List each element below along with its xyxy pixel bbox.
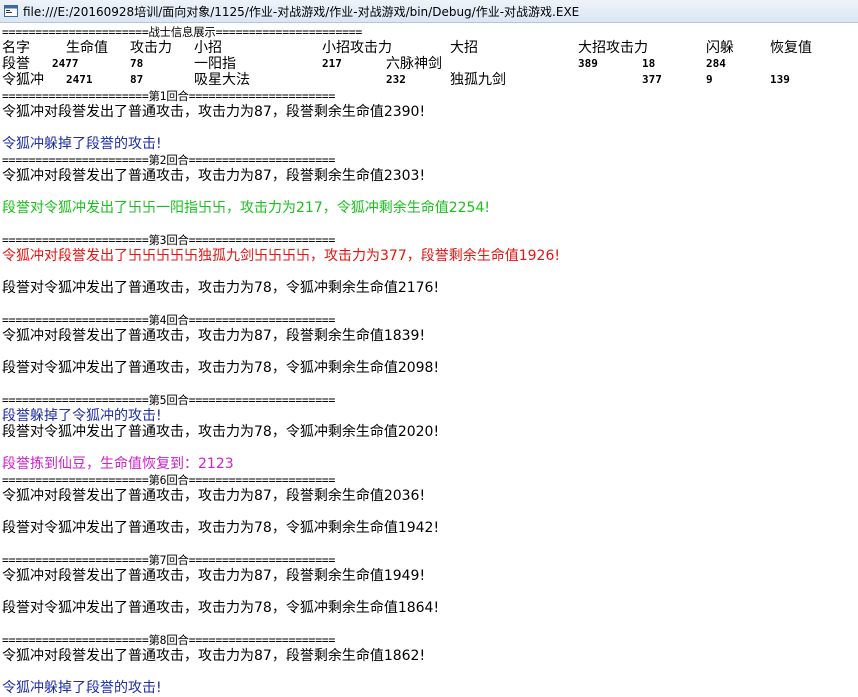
- log-line: 令狐冲对段誉发出了普通攻击，攻击力为87，段誉剩余生命值1839!: [2, 328, 426, 344]
- log-line: 段誉对令狐冲发出了普通攻击，攻击力为78，令狐冲剩余生命值2020!: [2, 424, 440, 440]
- table-cell: 令狐冲: [2, 72, 44, 88]
- table-cell: 217: [322, 57, 342, 70]
- round-separator: ======================第1回合==============…: [2, 89, 336, 103]
- log-line: 令狐冲对段誉发出了普通攻击，攻击力为87，段誉剩余生命值2390!: [2, 104, 426, 120]
- table-header-cell: 小招攻击力: [322, 40, 392, 56]
- table-header-cell: 生命值: [66, 40, 108, 56]
- table-cell: 232: [386, 73, 406, 86]
- log-line: 令狐冲躲掉了段誉的攻击!: [2, 680, 162, 696]
- log-line: 段誉对令狐冲发出了普通攻击，攻击力为78，令狐冲剩余生命值1942!: [2, 520, 440, 536]
- log-line: 段誉对令狐冲发出了普通攻击，攻击力为78，令狐冲剩余生命值2098!: [2, 360, 440, 376]
- table-header-cell: 恢复值: [770, 40, 812, 56]
- table-header-cell: 大招攻击力: [578, 40, 648, 56]
- log-line: 段誉对令狐冲发出了普通攻击，攻击力为78，令狐冲剩余生命值1864!: [2, 600, 440, 616]
- console-output[interactable]: ======================战士信息展示============…: [2, 24, 858, 697]
- round-separator: ======================第8回合==============…: [2, 633, 336, 647]
- table-cell: 78: [130, 57, 144, 70]
- round-separator: ======================第3回合==============…: [2, 233, 336, 247]
- round-separator: ======================第7回合==============…: [2, 553, 336, 567]
- title-bar[interactable]: file:///E:/20160928培训/面向对象/1125/作业-对战游戏/…: [0, 0, 858, 23]
- table-cell: 284: [706, 57, 726, 70]
- log-line: 令狐冲对段誉发出了普通攻击，攻击力为87，段誉剩余生命值2036!: [2, 488, 426, 504]
- table-cell: 18: [642, 57, 656, 70]
- log-line: 段誉拣到仙豆，生命值恢复到：2123: [2, 456, 234, 472]
- table-cell: 2477: [52, 57, 79, 70]
- round-separator: ======================第5回合==============…: [2, 393, 336, 407]
- log-line: 段誉对令狐冲发出了普通攻击，攻击力为78，令狐冲剩余生命值2176!: [2, 280, 440, 296]
- table-cell: 一阳指: [194, 56, 236, 72]
- log-line: 令狐冲对段誉发出了普通攻击，攻击力为87，段誉剩余生命值1862!: [2, 648, 426, 664]
- table-header-cell: 攻击力: [130, 40, 172, 56]
- info-header: ======================战士信息展示============…: [2, 25, 363, 39]
- window-title: file:///E:/20160928培训/面向对象/1125/作业-对战游戏/…: [23, 4, 580, 19]
- log-line: 段誉躲掉了令狐冲的攻击!: [2, 408, 162, 424]
- round-separator: ======================第2回合==============…: [2, 153, 336, 167]
- log-line: 令狐冲对段誉发出了普通攻击，攻击力为87，段誉剩余生命值2303!: [2, 168, 426, 184]
- table-cell: 段誉: [2, 56, 30, 72]
- table-cell: 139: [770, 73, 790, 86]
- table-cell: 87: [130, 73, 144, 86]
- table-cell: 389: [578, 57, 598, 70]
- table-header-cell: 大招: [450, 40, 478, 56]
- table-cell: 吸星大法: [194, 72, 250, 88]
- round-separator: ======================第4回合==============…: [2, 313, 336, 327]
- table-cell: 2471: [66, 73, 93, 86]
- table-cell: 9: [706, 73, 713, 86]
- log-line: 令狐冲对段誉发出了卐卐卐卐卐独孤九剑卐卐卐卐，攻击力为377，段誉剩余生命值19…: [2, 248, 560, 264]
- table-header-cell: 闪躲: [706, 40, 734, 56]
- console-app-icon: [4, 4, 18, 18]
- table-cell: 独孤九剑: [450, 72, 506, 88]
- table-cell: 377: [642, 73, 662, 86]
- log-line: 令狐冲躲掉了段誉的攻击!: [2, 136, 162, 152]
- log-line: 段誉对令狐冲发出了卐卐一阳指卐卐，攻击力为217，令狐冲剩余生命值2254!: [2, 200, 490, 216]
- round-separator: ======================第6回合==============…: [2, 473, 336, 487]
- table-cell: 六脉神剑: [386, 56, 442, 72]
- console-window: file:///E:/20160928培训/面向对象/1125/作业-对战游戏/…: [0, 0, 858, 697]
- log-line: 令狐冲对段誉发出了普通攻击，攻击力为87，段誉剩余生命值1949!: [2, 568, 426, 584]
- table-header-cell: 名字: [2, 40, 30, 56]
- table-header-cell: 小招: [194, 40, 222, 56]
